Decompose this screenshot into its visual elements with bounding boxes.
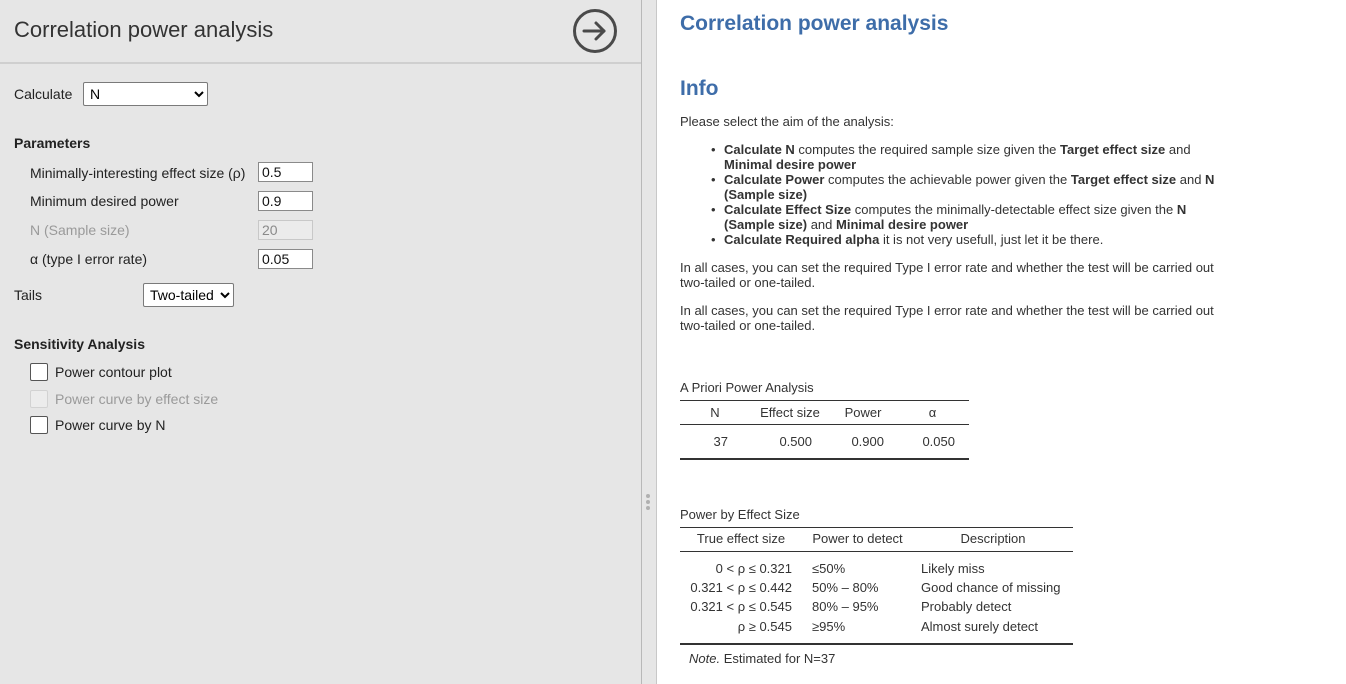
info-paragraph: In all cases, you can set the required T…: [680, 303, 1214, 333]
calculate-select[interactable]: N: [83, 82, 208, 106]
pbes-cell-effect: 0 < ρ ≤ 0.321: [715, 561, 792, 576]
effect-size-label: Minimally-interesting effect size (ρ): [30, 165, 246, 181]
power-curve-n-label: Power curve by N: [55, 417, 166, 433]
tails-label: Tails: [14, 287, 43, 303]
parameters-heading: Parameters: [14, 135, 91, 151]
pbes-cell-power: ≤50%: [812, 561, 846, 576]
arrow-right-circle-icon: [573, 9, 617, 53]
options-panel: Correlation power analysis Calculate N P…: [0, 0, 641, 684]
info-item-calculate-n: Calculate N computes the required sample…: [711, 142, 1229, 172]
apriori-table-caption: A Priori Power Analysis: [680, 380, 814, 395]
info-heading: Info: [680, 77, 719, 100]
apriori-header-n: N: [710, 405, 720, 420]
info-intro: Please select the aim of the analysis:: [680, 114, 894, 129]
splitter-grip-dot: [646, 494, 650, 498]
pbes-header-true-effect-size: True effect size: [696, 531, 786, 546]
panel-splitter[interactable]: [642, 0, 656, 684]
info-item-calculate-effect-size: Calculate Effect Size computes the minim…: [711, 202, 1229, 232]
apriori-header-power: Power: [844, 405, 882, 420]
power-curve-effect-size-checkbox: [30, 390, 48, 408]
table-rule: [680, 400, 969, 401]
apriori-header-effect-size: Effect size: [760, 405, 820, 420]
calculate-label: Calculate: [14, 86, 73, 102]
pbes-cell-effect: 0.321 < ρ ≤ 0.442: [690, 580, 792, 595]
alpha-label: α (type I error rate): [30, 251, 148, 267]
power-contour-checkbox[interactable]: [30, 363, 48, 381]
table-rule: [680, 458, 969, 460]
pbes-cell-effect: ρ ≥ 0.545: [737, 619, 792, 634]
pbes-cell-description: Almost surely detect: [921, 619, 1039, 634]
table-rule: [680, 551, 1073, 552]
info-item-calculate-power: Calculate Power computes the achievable …: [711, 172, 1229, 202]
apriori-cell-effect-size: 0.500: [779, 434, 812, 449]
effect-size-input[interactable]: [258, 162, 313, 182]
table-rule: [680, 643, 1073, 645]
pbes-cell-description: Likely miss: [921, 561, 985, 576]
apriori-cell-n: 37: [713, 434, 728, 449]
results-title: Correlation power analysis: [680, 12, 949, 35]
sensitivity-heading: Sensitivity Analysis: [14, 336, 145, 352]
pbes-cell-effect: 0.321 < ρ ≤ 0.545: [690, 599, 792, 614]
pbes-cell-power: ≥95%: [812, 619, 846, 634]
table-note: Note. Estimated for N=37: [689, 651, 835, 666]
apriori-cell-power: 0.900: [851, 434, 884, 449]
alpha-input[interactable]: [258, 249, 313, 269]
apriori-cell-alpha: 0.050: [922, 434, 955, 449]
power-input[interactable]: [258, 191, 313, 211]
pbes-cell-description: Good chance of missing: [921, 580, 1061, 595]
table-rule: [680, 424, 969, 425]
pbes-cell-power: 80% – 95%: [812, 599, 879, 614]
power-label: Minimum desired power: [30, 193, 179, 209]
tails-select[interactable]: Two-tailed: [143, 283, 234, 307]
options-title: Correlation power analysis: [14, 17, 274, 42]
info-item-calculate-alpha: Calculate Required alpha it is not very …: [711, 232, 1229, 247]
info-paragraph: In all cases, you can set the required T…: [680, 260, 1214, 290]
sample-size-label: N (Sample size): [30, 222, 130, 238]
power-by-es-caption: Power by Effect Size: [680, 507, 800, 522]
info-list: Calculate N computes the required sample…: [711, 142, 1229, 247]
apriori-header-alpha: α: [928, 405, 937, 420]
splitter-grip-dot: [646, 506, 650, 510]
pbes-cell-description: Probably detect: [921, 599, 1012, 614]
power-contour-label: Power contour plot: [55, 364, 172, 380]
title-divider: [0, 62, 641, 64]
note-text: Estimated for N=37: [720, 651, 836, 666]
power-curve-effect-size-label: Power curve by effect size: [55, 391, 219, 407]
run-analysis-button[interactable]: [573, 9, 617, 53]
splitter-grip-dot: [646, 500, 650, 504]
pbes-header-power-to-detect: Power to detect: [812, 531, 903, 546]
table-rule: [680, 527, 1073, 528]
sample-size-input: [258, 220, 313, 240]
pbes-header-description: Description: [960, 531, 1026, 546]
note-prefix: Note.: [689, 651, 721, 666]
power-curve-n-checkbox[interactable]: [30, 416, 48, 434]
pbes-cell-power: 50% – 80%: [812, 580, 879, 595]
